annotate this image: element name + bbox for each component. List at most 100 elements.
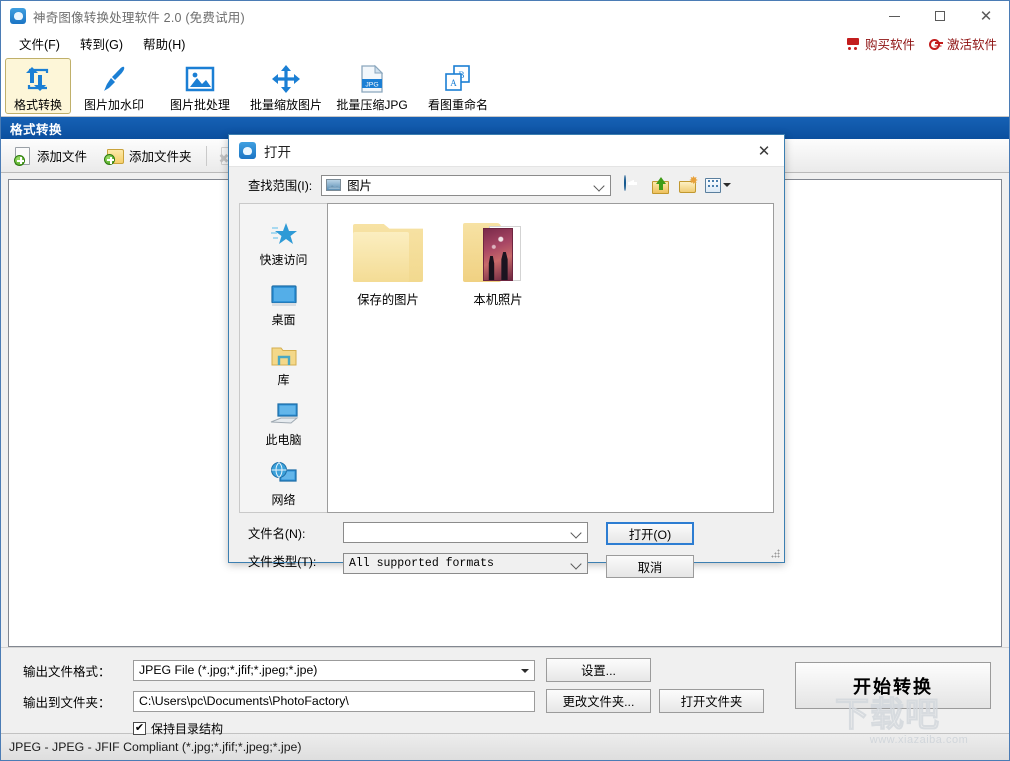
minimize-button[interactable] bbox=[871, 1, 917, 31]
maximize-button[interactable] bbox=[917, 1, 963, 31]
change-folder-button[interactable]: 更改文件夹... bbox=[546, 689, 651, 713]
menu-goto[interactable]: 转到(G) bbox=[70, 32, 133, 55]
places-bar: 快速访问 桌面 库 此电脑 网络 bbox=[239, 203, 327, 513]
buy-software-link[interactable]: 购买软件 bbox=[845, 34, 915, 53]
place-desktop[interactable]: 桌面 bbox=[240, 272, 327, 332]
look-in-value: 图片 bbox=[347, 179, 372, 193]
keep-structure-checkbox[interactable]: ✔ bbox=[133, 722, 146, 735]
cart-icon bbox=[845, 37, 861, 50]
toolbar-label: 图片加水印 bbox=[83, 98, 144, 112]
application-window: 神奇图像转换处理软件 2.0 (免费试用) ✕ 文件(F) 转到(G) 帮助(H… bbox=[0, 0, 1010, 761]
output-format-select[interactable]: JPEG File (*.jpg;*.jfif;*.jpeg;*.jpe) bbox=[133, 659, 535, 681]
status-text: JPEG - JPEG - JFIF Compliant (*.jpg;*.jf… bbox=[9, 740, 302, 754]
checkmark-icon: ✔ bbox=[134, 722, 145, 734]
dialog-file-list[interactable]: 保存的图片 本机照片 bbox=[327, 203, 774, 513]
activate-software-label: 激活软件 bbox=[946, 37, 997, 52]
buy-software-label: 购买软件 bbox=[864, 37, 915, 52]
toolbar-label: 看图重命名 bbox=[427, 98, 488, 112]
place-quick-access[interactable]: 快速访问 bbox=[240, 212, 327, 272]
place-network[interactable]: 网络 bbox=[240, 452, 327, 512]
toolbar-button-watermark[interactable]: 图片加水印 bbox=[71, 58, 157, 114]
main-toolbar: 格式转换 图片加水印 图片批处理 批量缩放图片 JPG 批量压缩JPG A 看图… bbox=[1, 55, 1009, 117]
add-folder-label: 添加文件夹 bbox=[129, 150, 192, 164]
view-mode-icon[interactable] bbox=[705, 176, 732, 195]
menu-right-actions: 购买软件 激活软件 bbox=[845, 34, 1009, 53]
toolbar-button-compress-jpg[interactable]: JPG 批量压缩JPG bbox=[329, 58, 415, 114]
toolbar-button-format-convert[interactable]: 格式转换 bbox=[5, 58, 71, 114]
settings-button[interactable]: 设置... bbox=[546, 658, 651, 682]
convert-arrows-icon bbox=[18, 63, 58, 95]
add-file-button[interactable]: 添加文件 bbox=[7, 141, 95, 170]
section-title: 格式转换 bbox=[10, 122, 63, 137]
network-icon bbox=[269, 458, 299, 488]
toolbar-label: 批量缩放图片 bbox=[249, 98, 322, 112]
add-folder-button[interactable]: 添加文件夹 bbox=[97, 141, 200, 170]
keep-structure-row[interactable]: ✔ 保持目录结构 bbox=[1, 720, 1009, 737]
activate-software-link[interactable]: 激活软件 bbox=[928, 34, 997, 53]
toolbar-label: 图片批处理 bbox=[169, 98, 230, 112]
desktop-icon bbox=[270, 278, 298, 308]
toolbar-button-batch-process[interactable]: 图片批处理 bbox=[157, 58, 243, 114]
list-item[interactable]: 本机照片 bbox=[448, 216, 548, 312]
chevron-down-icon bbox=[521, 668, 529, 673]
svg-text:A: A bbox=[450, 78, 457, 88]
add-folder-icon bbox=[104, 147, 125, 165]
place-label: 库 bbox=[277, 373, 290, 387]
output-folder-value: C:\Users\pc\Documents\PhotoFactory\ bbox=[139, 694, 349, 708]
look-in-select[interactable]: 图片 bbox=[321, 174, 612, 196]
dialog-close-button[interactable]: ✕ bbox=[744, 135, 784, 166]
list-item-label: 本机照片 bbox=[473, 293, 523, 307]
look-in-label: 查找范围(I): bbox=[248, 179, 313, 193]
menu-help[interactable]: 帮助(H) bbox=[133, 32, 195, 55]
library-folder-icon bbox=[270, 338, 298, 368]
start-convert-button[interactable]: 开始转换 bbox=[795, 662, 991, 709]
dialog-title: 打开 bbox=[264, 144, 291, 160]
open-file-dialog: 打开 ✕ 查找范围(I): 图片 ✸ 快速访问 桌面 库 此电脑 网络 保存的图… bbox=[228, 134, 785, 578]
look-in-row: 查找范围(I): 图片 ✸ bbox=[229, 167, 784, 203]
list-item-label: 保存的图片 bbox=[357, 293, 419, 307]
toolbar-label: 格式转换 bbox=[13, 98, 62, 112]
add-file-icon bbox=[14, 146, 32, 166]
this-pc-icon bbox=[269, 398, 299, 428]
filetype-select[interactable]: All supported formats bbox=[343, 553, 588, 574]
title-bar: 神奇图像转换处理软件 2.0 (免费试用) ✕ bbox=[1, 1, 1009, 31]
open-folder-button[interactable]: 打开文件夹 bbox=[659, 689, 764, 713]
menu-bar: 文件(F) 转到(G) 帮助(H) 购买软件 激活软件 bbox=[1, 31, 1009, 55]
resize-grip[interactable] bbox=[771, 549, 781, 559]
place-library[interactable]: 库 bbox=[240, 332, 327, 392]
quick-access-star-icon bbox=[270, 218, 298, 248]
filename-input[interactable] bbox=[343, 522, 588, 543]
jpg-file-icon: JPG bbox=[352, 63, 392, 95]
image-icon bbox=[180, 63, 220, 95]
menu-file[interactable]: 文件(F) bbox=[9, 32, 70, 55]
brush-icon bbox=[94, 63, 134, 95]
add-file-label: 添加文件 bbox=[37, 150, 88, 164]
up-folder-icon[interactable] bbox=[651, 176, 671, 195]
place-label: 网络 bbox=[271, 493, 296, 507]
close-icon: ✕ bbox=[757, 141, 771, 160]
place-label: 快速访问 bbox=[259, 253, 308, 267]
dialog-footer-labels: 文件名(N): 文件类型(T): bbox=[248, 522, 343, 578]
dialog-open-button[interactable]: 打开(O) bbox=[606, 522, 694, 545]
folder-plain-icon bbox=[353, 220, 423, 282]
window-title: 神奇图像转换处理软件 2.0 (免费试用) bbox=[33, 10, 245, 25]
dialog-footer-fields: All supported formats bbox=[343, 522, 588, 578]
output-folder-input[interactable]: C:\Users\pc\Documents\PhotoFactory\ bbox=[133, 690, 535, 712]
status-bar: JPEG - JPEG - JFIF Compliant (*.jpg;*.jf… bbox=[1, 733, 1009, 760]
app-logo-icon bbox=[10, 8, 26, 24]
toolbar-label: 批量压缩JPG bbox=[336, 98, 408, 112]
toolbar-button-view-rename[interactable]: B A 看图重命名 bbox=[415, 58, 501, 114]
dialog-cancel-button[interactable]: 取消 bbox=[606, 555, 694, 578]
dialog-footer-buttons: 打开(O) 取消 bbox=[606, 522, 694, 578]
folder-photo-icon bbox=[463, 220, 533, 282]
list-item[interactable]: 保存的图片 bbox=[338, 216, 438, 312]
place-this-pc[interactable]: 此电脑 bbox=[240, 392, 327, 452]
svg-text:JPG: JPG bbox=[365, 81, 378, 88]
new-folder-icon[interactable]: ✸ bbox=[678, 175, 698, 195]
window-controls: ✕ bbox=[871, 1, 1009, 31]
toolbar-button-batch-resize[interactable]: 批量缩放图片 bbox=[243, 58, 329, 114]
close-button[interactable]: ✕ bbox=[963, 1, 1009, 31]
file-items: 保存的图片 本机照片 bbox=[338, 216, 763, 312]
back-icon[interactable] bbox=[624, 174, 644, 195]
output-format-value: JPEG File (*.jpg;*.jfif;*.jpeg;*.jpe) bbox=[139, 663, 318, 677]
